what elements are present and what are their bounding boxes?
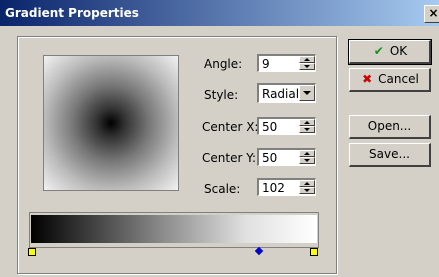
save-button[interactable]: Save...: [349, 143, 431, 167]
ok-button[interactable]: ✔ OK: [348, 39, 432, 65]
gradient-ramp[interactable]: [31, 215, 317, 243]
scale-down-arrow-icon[interactable]: [299, 187, 315, 194]
save-label: Save...: [369, 147, 410, 161]
center-x-spinbox[interactable]: 50: [257, 117, 316, 135]
style-label: Style:: [204, 88, 239, 102]
center-y-label: Center Y:: [202, 151, 256, 165]
dialog-title: Gradient Properties: [5, 6, 139, 20]
close-icon: ×: [428, 6, 439, 20]
end-color-stop[interactable]: [310, 248, 318, 256]
center-y-up-arrow-icon[interactable]: [299, 150, 315, 157]
style-value: Radial: [262, 87, 300, 101]
start-color-stop[interactable]: [28, 248, 36, 256]
check-icon: ✔: [373, 44, 384, 58]
angle-value: 9: [262, 57, 270, 71]
close-button[interactable]: ×: [424, 5, 439, 23]
scale-spinner[interactable]: [299, 180, 315, 195]
angle-spinbox[interactable]: 9: [257, 54, 316, 72]
open-button[interactable]: Open...: [349, 115, 431, 139]
angle-label: Angle:: [204, 57, 243, 71]
scale-label: Scale:: [204, 182, 241, 196]
center-y-down-arrow-icon[interactable]: [299, 157, 315, 164]
chevron-down-icon[interactable]: [299, 85, 315, 101]
scale-up-arrow-icon[interactable]: [299, 180, 315, 187]
scale-value: 102: [262, 181, 285, 195]
gradient-editor-bar[interactable]: [29, 212, 319, 248]
gradient-preview: [43, 55, 179, 191]
gradient-properties-dialog: Gradient Properties × Angle: 9 Style: Ra…: [0, 0, 439, 277]
cancel-label: Cancel: [378, 72, 419, 86]
center-y-spinner[interactable]: [299, 150, 315, 165]
center-x-spinner[interactable]: [299, 119, 315, 134]
cancel-button[interactable]: ✖ Cancel: [349, 68, 431, 92]
ok-label: OK: [389, 44, 408, 58]
center-y-value: 50: [262, 151, 278, 165]
angle-up-arrow-icon[interactable]: [299, 56, 315, 63]
open-label: Open...: [367, 119, 412, 133]
center-x-down-arrow-icon[interactable]: [299, 126, 315, 133]
style-dropdown[interactable]: Radial: [257, 83, 316, 103]
angle-spinner[interactable]: [299, 56, 315, 71]
angle-down-arrow-icon[interactable]: [299, 63, 315, 70]
center-x-up-arrow-icon[interactable]: [299, 119, 315, 126]
center-x-label: Center X:: [202, 120, 259, 134]
x-icon: ✖: [362, 72, 373, 86]
center-y-spinbox[interactable]: 50: [257, 148, 316, 166]
scale-spinbox[interactable]: 102: [257, 178, 316, 196]
title-bar[interactable]: Gradient Properties: [0, 0, 439, 26]
center-x-value: 50: [262, 120, 278, 134]
